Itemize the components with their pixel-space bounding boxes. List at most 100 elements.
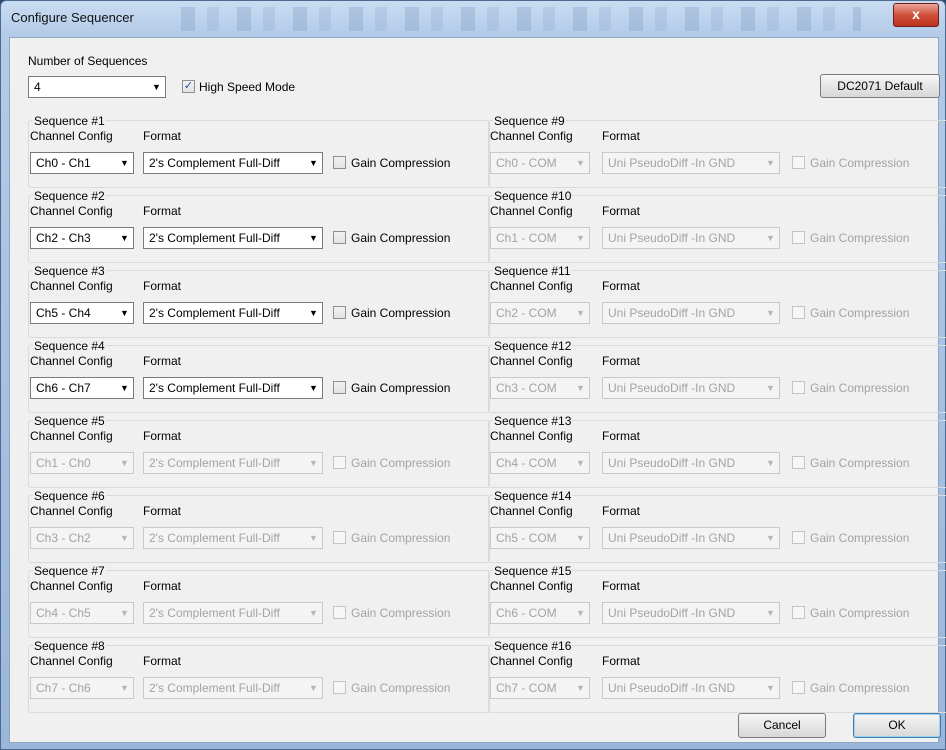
high-speed-mode-checkbox[interactable]: ✓ bbox=[182, 80, 195, 93]
gain-compression-checkbox[interactable] bbox=[792, 381, 805, 394]
channel-config-label: Channel Config bbox=[30, 279, 113, 293]
gain-compression-checkbox[interactable] bbox=[792, 231, 805, 244]
channel-config-dropdown[interactable]: Ch4 - Ch5 ▼ bbox=[30, 602, 134, 624]
format-dropdown[interactable]: Uni PseudoDiff -In GND ▼ bbox=[602, 602, 780, 624]
channel-config-dropdown[interactable]: Ch6 - Ch7 ▼ bbox=[30, 377, 134, 399]
format-label: Format bbox=[143, 129, 182, 143]
sequence-group-15: Sequence #15 Channel Config Format Ch6 - CO… bbox=[488, 564, 946, 638]
channel-config-dropdown[interactable]: Ch0 - Ch1 ▼ bbox=[30, 152, 134, 174]
gain-compression-checkbox[interactable] bbox=[792, 456, 805, 469]
channel-config-value: Ch1 - Ch0 bbox=[36, 456, 91, 470]
sequence-group-9: Sequence #9 Channel Config Format Ch0 - COM… bbox=[488, 114, 946, 188]
sequence-group-4: Sequence #4 Channel Config Format Ch6 - Ch7… bbox=[28, 339, 490, 413]
gain-compression-checkbox[interactable] bbox=[792, 606, 805, 619]
format-dropdown[interactable]: Uni PseudoDiff -In GND ▼ bbox=[602, 302, 780, 324]
chevron-down-icon: ▼ bbox=[766, 233, 775, 243]
gain-compression-checkbox[interactable] bbox=[792, 156, 805, 169]
format-dropdown[interactable]: 2's Complement Full-Diff ▼ bbox=[143, 152, 323, 174]
channel-config-label: Channel Config bbox=[30, 504, 113, 518]
gain-compression-checkbox[interactable] bbox=[333, 381, 346, 394]
channel-config-dropdown[interactable]: Ch6 - COM ▼ bbox=[490, 602, 590, 624]
chevron-down-icon: ▼ bbox=[309, 158, 318, 168]
ok-button[interactable]: OK bbox=[853, 713, 941, 738]
sequence-title: Sequence #8 bbox=[33, 639, 106, 653]
channel-config-value: Ch1 - COM bbox=[496, 231, 557, 245]
number-of-sequences-dropdown[interactable]: 4 ▼ bbox=[28, 76, 166, 98]
format-label: Format bbox=[143, 654, 182, 668]
channel-config-dropdown[interactable]: Ch2 - Ch3 ▼ bbox=[30, 227, 134, 249]
channel-config-dropdown[interactable]: Ch2 - COM ▼ bbox=[490, 302, 590, 324]
channel-config-dropdown[interactable]: Ch7 - COM ▼ bbox=[490, 677, 590, 699]
channel-config-dropdown[interactable]: Ch1 - Ch0 ▼ bbox=[30, 452, 134, 474]
gain-compression-checkbox[interactable] bbox=[792, 306, 805, 319]
cancel-button[interactable]: Cancel bbox=[738, 713, 826, 738]
channel-config-dropdown[interactable]: Ch0 - COM ▼ bbox=[490, 152, 590, 174]
format-dropdown[interactable]: 2's Complement Full-Diff ▼ bbox=[143, 527, 323, 549]
sequence-group-12: Sequence #12 Channel Config Format Ch3 - CO… bbox=[488, 339, 946, 413]
format-dropdown[interactable]: 2's Complement Full-Diff ▼ bbox=[143, 227, 323, 249]
gain-compression-label: Gain Compression bbox=[810, 306, 910, 320]
gain-compression-checkbox[interactable] bbox=[333, 306, 346, 319]
chevron-down-icon: ▼ bbox=[309, 233, 318, 243]
format-dropdown[interactable]: Uni PseudoDiff -In GND ▼ bbox=[602, 527, 780, 549]
gain-compression-checkbox[interactable] bbox=[333, 606, 346, 619]
channel-config-value: Ch7 - COM bbox=[496, 681, 557, 695]
gain-compression-checkbox[interactable] bbox=[333, 456, 346, 469]
chevron-down-icon: ▼ bbox=[576, 533, 585, 543]
gain-compression-label: Gain Compression bbox=[351, 156, 451, 170]
title-bar[interactable]: Configure Sequencer x bbox=[1, 1, 945, 37]
channel-config-value: Ch4 - Ch5 bbox=[36, 606, 91, 620]
format-dropdown[interactable]: Uni PseudoDiff -In GND ▼ bbox=[602, 152, 780, 174]
format-label: Format bbox=[602, 654, 641, 668]
format-dropdown[interactable]: 2's Complement Full-Diff ▼ bbox=[143, 677, 323, 699]
sequence-group-3: Sequence #3 Channel Config Format Ch5 - Ch4… bbox=[28, 264, 490, 338]
number-of-sequences-label: Number of Sequences bbox=[28, 54, 148, 68]
format-dropdown[interactable]: 2's Complement Full-Diff ▼ bbox=[143, 452, 323, 474]
gain-compression-label: Gain Compression bbox=[810, 231, 910, 245]
channel-config-label: Channel Config bbox=[490, 354, 573, 368]
gain-compression-label: Gain Compression bbox=[351, 606, 451, 620]
channel-config-value: Ch6 - Ch7 bbox=[36, 381, 91, 395]
chevron-down-icon: ▼ bbox=[309, 608, 318, 618]
gain-compression-checkbox[interactable] bbox=[792, 681, 805, 694]
channel-config-dropdown[interactable]: Ch7 - Ch6 ▼ bbox=[30, 677, 134, 699]
channel-config-value: Ch2 - COM bbox=[496, 306, 557, 320]
format-label: Format bbox=[602, 429, 641, 443]
gain-compression-checkbox[interactable] bbox=[792, 531, 805, 544]
channel-config-dropdown[interactable]: Ch4 - COM ▼ bbox=[490, 452, 590, 474]
format-dropdown[interactable]: Uni PseudoDiff -In GND ▼ bbox=[602, 452, 780, 474]
channel-config-value: Ch6 - COM bbox=[496, 606, 557, 620]
channel-config-label: Channel Config bbox=[30, 129, 113, 143]
format-label: Format bbox=[143, 504, 182, 518]
channel-config-dropdown[interactable]: Ch3 - Ch2 ▼ bbox=[30, 527, 134, 549]
dc2071-default-button[interactable]: DC2071 Default bbox=[820, 74, 940, 98]
sequence-title: Sequence #11 bbox=[493, 264, 572, 278]
format-dropdown[interactable]: 2's Complement Full-Diff ▼ bbox=[143, 602, 323, 624]
sequence-title: Sequence #9 bbox=[493, 114, 566, 128]
channel-config-dropdown[interactable]: Ch5 - COM ▼ bbox=[490, 527, 590, 549]
configure-sequencer-window: Configure Sequencer x Number of Sequence… bbox=[0, 0, 946, 750]
sequence-title: Sequence #3 bbox=[33, 264, 106, 278]
sequence-group-2: Sequence #2 Channel Config Format Ch2 - Ch3… bbox=[28, 189, 490, 263]
sequence-title: Sequence #4 bbox=[33, 339, 106, 353]
format-dropdown[interactable]: Uni PseudoDiff -In GND ▼ bbox=[602, 377, 780, 399]
format-dropdown[interactable]: Uni PseudoDiff -In GND ▼ bbox=[602, 677, 780, 699]
gain-compression-label: Gain Compression bbox=[351, 531, 451, 545]
number-of-sequences-value: 4 bbox=[34, 80, 41, 94]
gain-compression-checkbox[interactable] bbox=[333, 681, 346, 694]
format-dropdown[interactable]: 2's Complement Full-Diff ▼ bbox=[143, 302, 323, 324]
format-dropdown[interactable]: 2's Complement Full-Diff ▼ bbox=[143, 377, 323, 399]
channel-config-dropdown[interactable]: Ch5 - Ch4 ▼ bbox=[30, 302, 134, 324]
channel-config-value: Ch7 - Ch6 bbox=[36, 681, 91, 695]
channel-config-dropdown[interactable]: Ch1 - COM ▼ bbox=[490, 227, 590, 249]
format-value: Uni PseudoDiff -In GND bbox=[608, 531, 736, 545]
gain-compression-checkbox[interactable] bbox=[333, 231, 346, 244]
gain-compression-label: Gain Compression bbox=[810, 681, 910, 695]
channel-config-dropdown[interactable]: Ch3 - COM ▼ bbox=[490, 377, 590, 399]
gain-compression-checkbox[interactable] bbox=[333, 156, 346, 169]
gain-compression-checkbox[interactable] bbox=[333, 531, 346, 544]
gain-compression-label: Gain Compression bbox=[351, 231, 451, 245]
format-dropdown[interactable]: Uni PseudoDiff -In GND ▼ bbox=[602, 227, 780, 249]
channel-config-value: Ch3 - COM bbox=[496, 381, 557, 395]
close-button[interactable]: x bbox=[893, 3, 939, 27]
